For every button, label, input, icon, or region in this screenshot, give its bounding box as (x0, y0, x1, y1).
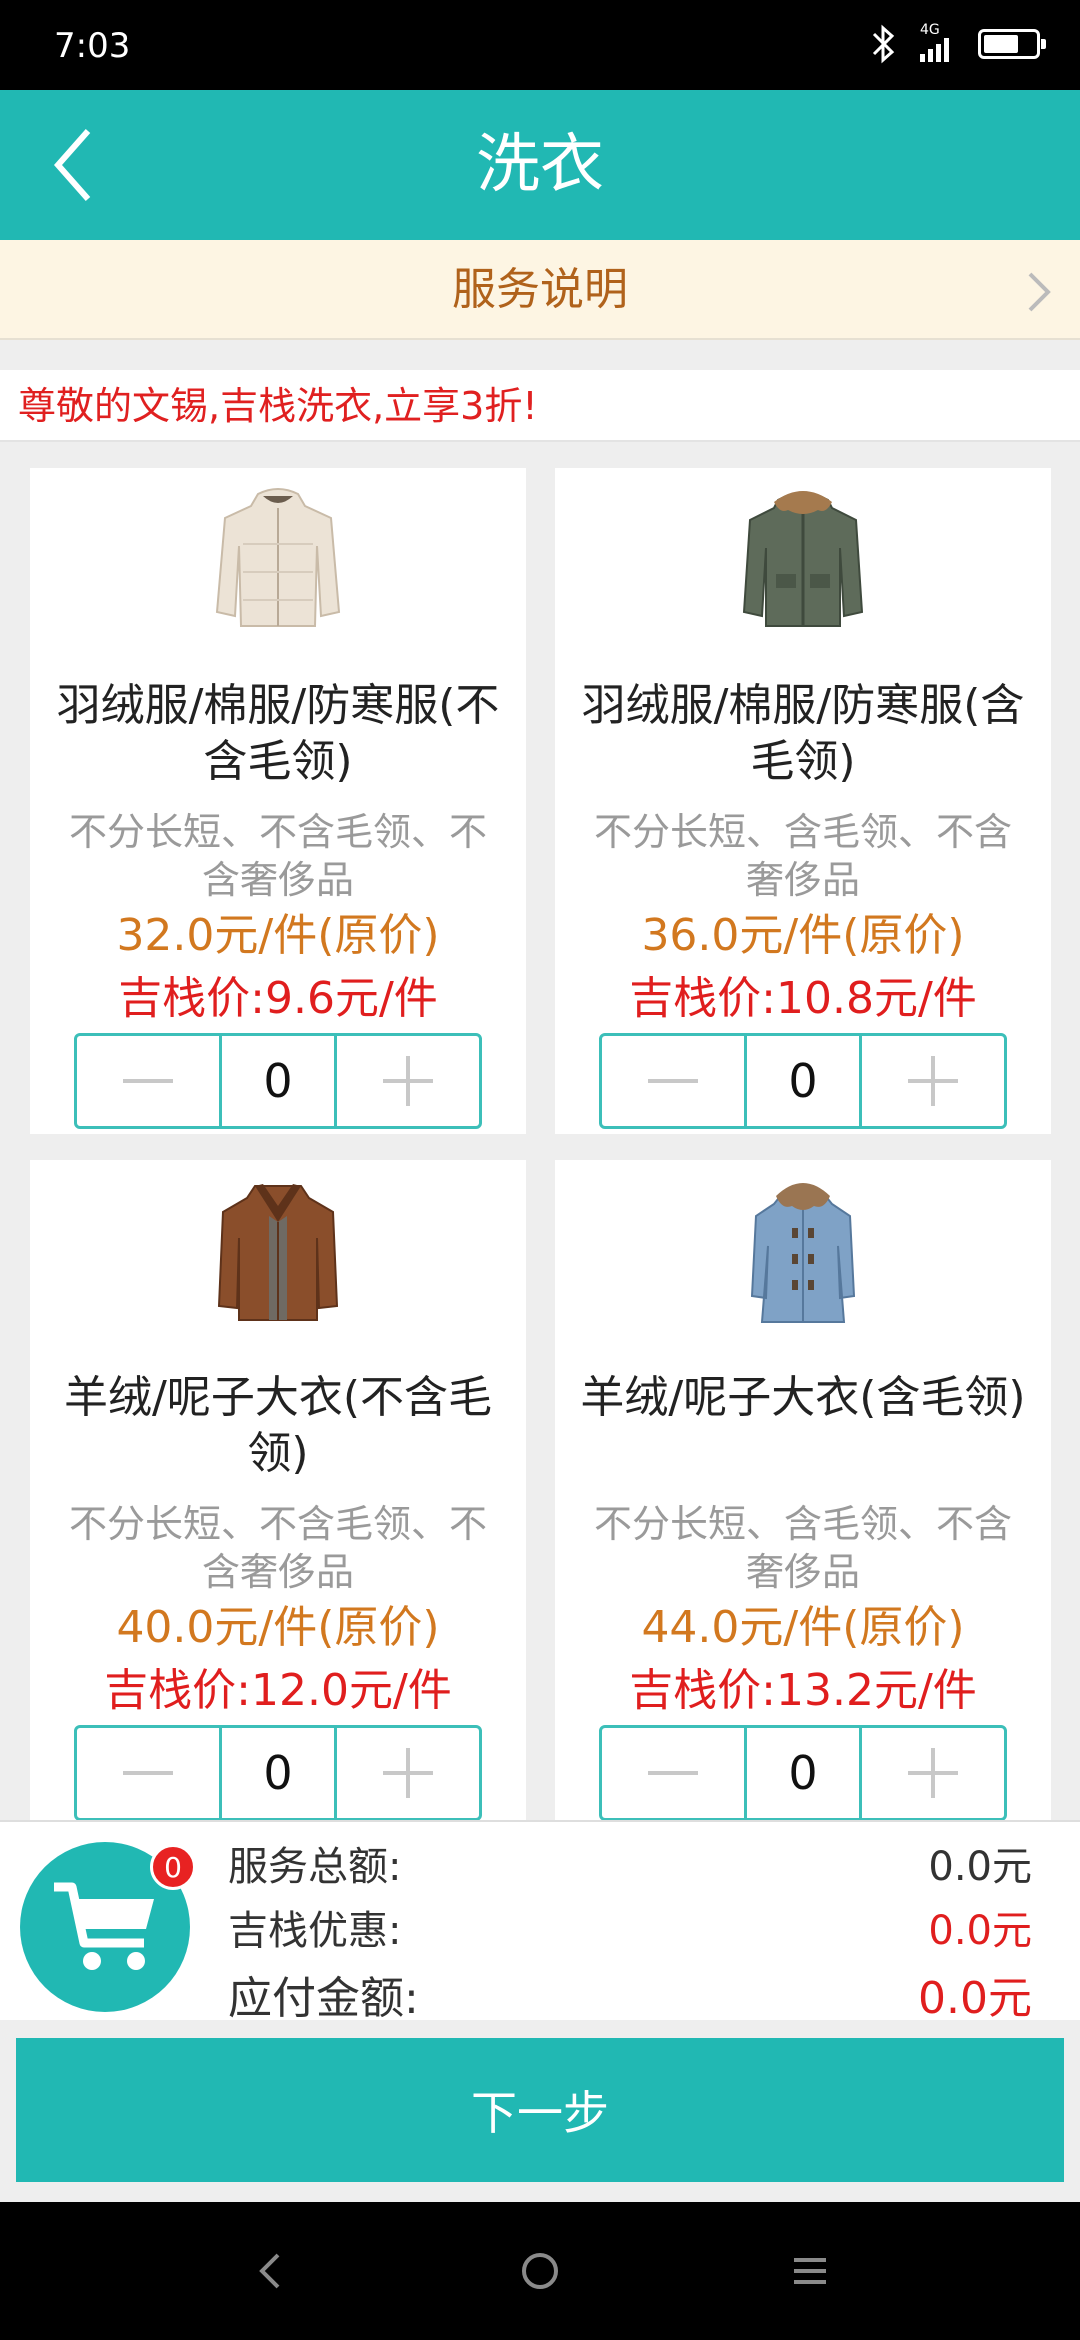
plus-icon (383, 1748, 433, 1798)
original-price: 40.0元/件(原价) (116, 1602, 440, 1653)
wool-coat-brown-icon (217, 1184, 339, 1321)
down-jacket-cream-icon (215, 488, 341, 627)
quantity-value[interactable]: 0 (744, 1728, 862, 1818)
increment-button[interactable] (862, 1036, 1004, 1126)
quantity-value[interactable]: 0 (219, 1036, 337, 1126)
nav-home-button[interactable] (510, 2246, 570, 2296)
jizhan-price: 吉栈价:9.6元/件 (118, 973, 438, 1024)
quantity-stepper: 0 (74, 1033, 482, 1129)
system-nav-bar (0, 2202, 1080, 2340)
product-description: 不分长短、不含毛领、不含奢侈品 (68, 810, 487, 902)
status-icons: 4G (868, 22, 1046, 66)
quantity-stepper: 0 (599, 1725, 1007, 1820)
quantity-value[interactable]: 0 (744, 1036, 862, 1126)
nav-home-icon (522, 2253, 558, 2289)
product-name: 羊绒/呢子大衣(含毛领) (580, 1372, 1026, 1423)
increment-button[interactable] (337, 1728, 479, 1818)
signal-icon: 4G (916, 22, 960, 66)
minus-icon (123, 1079, 173, 1083)
product-name: 羽绒服/棉服/防寒服(含毛领) (581, 680, 1025, 787)
payable-row: 应付金额: 0.0元 (228, 1962, 1032, 2026)
nav-menu-button[interactable] (780, 2246, 840, 2296)
product-description: 不分长短、不含毛领、不含奢侈品 (68, 1502, 487, 1594)
wool-coat-blue-fur-icon (750, 1183, 856, 1323)
bluetooth-icon (872, 24, 895, 64)
nav-menu-icon (794, 2258, 826, 2284)
product-grid: 羽绒服/棉服/防寒服(不含毛领) 不分长短、不含毛领、不含奢侈品 32.0元/件… (0, 442, 1080, 1820)
order-summary: 0 服务总额: 0.0元 吉栈优惠: 0.0元 应付金额: 0.0元 (0, 1820, 1080, 2024)
decrement-button[interactable] (602, 1728, 744, 1818)
promo-banner: 尊敬的文锡,吉栈洗衣,立享3折! (0, 370, 1080, 442)
product-description: 不分长短、含毛领、不含奢侈品 (593, 810, 1012, 902)
decrement-button[interactable] (77, 1728, 219, 1818)
nav-back-icon (259, 2253, 280, 2289)
decrement-button[interactable] (602, 1036, 744, 1126)
product-description: 不分长短、含毛领、不含奢侈品 (593, 1502, 1012, 1594)
minus-icon (123, 1771, 173, 1775)
increment-button[interactable] (862, 1728, 1004, 1818)
original-price: 44.0元/件(原价) (641, 1602, 965, 1653)
network-type-label: 4G (920, 22, 940, 38)
payable-value: 0.0元 (918, 1973, 1032, 2024)
page-title: 洗衣 (476, 128, 604, 202)
chevron-right-icon (1028, 272, 1051, 312)
product-name: 羊绒/呢子大衣(不含毛领) (64, 1372, 492, 1479)
battery-icon (978, 29, 1046, 59)
status-time: 7:03 (54, 26, 131, 66)
shopping-cart-icon (54, 1882, 154, 1970)
cart-count-badge: 0 (150, 1844, 196, 1890)
back-button[interactable] (30, 120, 120, 210)
product-card: 羽绒服/棉服/防寒服(不含毛领) 不分长短、不含毛领、不含奢侈品 32.0元/件… (30, 468, 526, 1134)
service-description-bar[interactable]: 服务说明 (0, 240, 1080, 340)
parka-green-fur-icon (742, 491, 864, 627)
total-row: 服务总额: 0.0元 (228, 1834, 1032, 1892)
discount-label: 吉栈优惠: (228, 1908, 402, 1954)
decrement-button[interactable] (77, 1036, 219, 1126)
discount-value: 0.0元 (928, 1908, 1032, 1954)
product-card: 羊绒/呢子大衣(不含毛领) 不分长短、不含毛领、不含奢侈品 40.0元/件(原价… (30, 1160, 526, 1820)
quantity-stepper: 0 (74, 1725, 482, 1820)
plus-icon (908, 1748, 958, 1798)
total-value: 0.0元 (928, 1844, 1032, 1890)
product-card: 羊绒/呢子大衣(含毛领) 不分长短、含毛领、不含奢侈品 44.0元/件(原价) … (555, 1160, 1051, 1820)
jizhan-price: 吉栈价:13.2元/件 (629, 1665, 977, 1716)
original-price: 36.0元/件(原价) (641, 910, 965, 961)
quantity-stepper: 0 (599, 1033, 1007, 1129)
plus-icon (383, 1056, 433, 1106)
promo-text: 尊敬的文锡,吉栈洗衣,立享3折! (18, 384, 538, 428)
nav-back-button[interactable] (240, 2246, 300, 2296)
minus-icon (648, 1079, 698, 1083)
payable-label: 应付金额: (228, 1973, 419, 2024)
product-card: 羽绒服/棉服/防寒服(含毛领) 不分长短、含毛领、不含奢侈品 36.0元/件(原… (555, 468, 1051, 1134)
minus-icon (648, 1771, 698, 1775)
discount-row: 吉栈优惠: 0.0元 (228, 1898, 1032, 1956)
original-price: 32.0元/件(原价) (116, 910, 440, 961)
back-arrow-icon (53, 129, 91, 201)
next-step-button[interactable]: 下一步 (16, 2038, 1064, 2182)
total-label: 服务总额: (228, 1844, 402, 1890)
product-name: 羽绒服/棉服/防寒服(不含毛领) (56, 680, 500, 787)
title-bar: 洗衣 (0, 90, 1080, 240)
status-bar: 7:03 4G (0, 0, 1080, 90)
plus-icon (908, 1056, 958, 1106)
quantity-value[interactable]: 0 (219, 1728, 337, 1818)
jizhan-price: 吉栈价:10.8元/件 (629, 973, 977, 1024)
increment-button[interactable] (337, 1036, 479, 1126)
jizhan-price: 吉栈价:12.0元/件 (104, 1665, 452, 1716)
service-description-label: 服务说明 (452, 264, 628, 315)
